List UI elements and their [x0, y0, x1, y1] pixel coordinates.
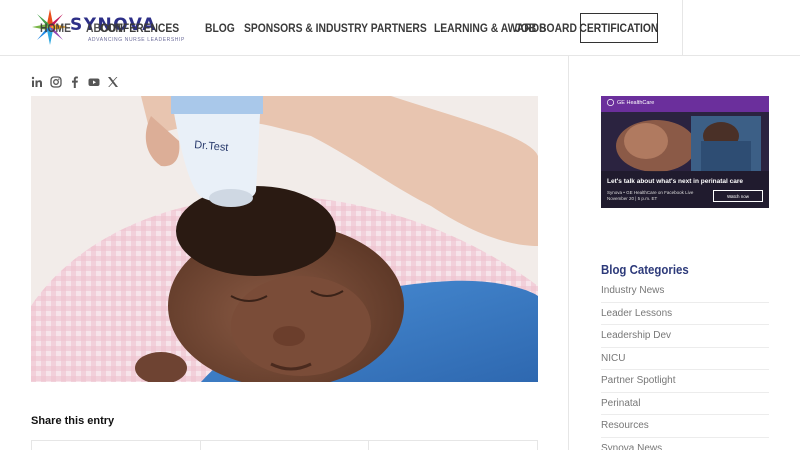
ad-subline-1: Synova • GE HealthCare on Facebook Live	[607, 190, 694, 195]
newborn-photo-illustration: Dr.Test	[31, 96, 538, 382]
ge-logo-icon	[607, 99, 614, 106]
youtube-icon[interactable]	[87, 75, 100, 88]
nav-conferences[interactable]: CONFERENCES	[100, 21, 179, 35]
facebook-icon[interactable]	[68, 75, 81, 88]
ad-headline: Let's talk about what's next in perinata…	[607, 178, 744, 185]
nav-sponsors[interactable]: SPONSORS & INDUSTRY PARTNERS	[244, 21, 427, 35]
header-divider	[682, 0, 683, 56]
social-links	[30, 75, 119, 88]
category-link-synova-news[interactable]: Synova News	[601, 438, 769, 450]
ad-watch-label: Watch now	[726, 193, 750, 199]
site-header: SYNOVA ADVANCING NURSE LEADERSHIP HOME A…	[0, 0, 800, 56]
blog-categories-heading: Blog Categories	[601, 262, 689, 277]
category-link-industry-news[interactable]: Industry News	[601, 280, 769, 303]
ad-brand-label: GE HealthCare	[617, 99, 655, 106]
hero-image: Dr.Test	[31, 96, 538, 382]
instagram-icon[interactable]	[49, 75, 62, 88]
nav-home[interactable]: HOME	[40, 21, 71, 35]
category-link-partner-spotlight[interactable]: Partner Spotlight	[601, 370, 769, 393]
sidebar-divider	[568, 56, 569, 450]
share-slot[interactable]	[369, 441, 537, 450]
ad-brand: GE HealthCare	[607, 99, 654, 106]
linkedin-icon[interactable]	[30, 75, 43, 88]
x-icon[interactable]	[106, 75, 119, 88]
category-link-perinatal[interactable]: Perinatal	[601, 393, 769, 415]
ad-watch-button[interactable]: Watch now	[713, 190, 763, 202]
sidebar-ad-banner[interactable]: GE HealthCare Let's talk about what's ne…	[601, 96, 769, 208]
certification-label: CERTIFICATION	[579, 21, 659, 35]
share-slot[interactable]	[201, 441, 370, 450]
logo-tagline: ADVANCING NURSE LEADERSHIP	[88, 37, 185, 43]
category-link-leadership-dev[interactable]: Leadership Dev	[601, 325, 769, 348]
share-buttons	[31, 440, 538, 450]
blog-categories-list: Industry News Leader Lessons Leadership …	[601, 280, 769, 450]
nav-blog[interactable]: BLOG	[205, 21, 235, 35]
share-slot[interactable]	[32, 441, 201, 450]
category-link-nicu[interactable]: NICU	[601, 348, 769, 370]
ad-subline-2: November 20 | 5 p.m. ET	[607, 196, 658, 201]
certification-button[interactable]: CERTIFICATION	[580, 13, 658, 43]
category-link-resources[interactable]: Resources	[601, 415, 769, 438]
nav-job-board[interactable]: JOB BOARD	[515, 21, 577, 35]
share-heading: Share this entry	[31, 415, 115, 427]
category-link-leader-lessons[interactable]: Leader Lessons	[601, 303, 769, 325]
